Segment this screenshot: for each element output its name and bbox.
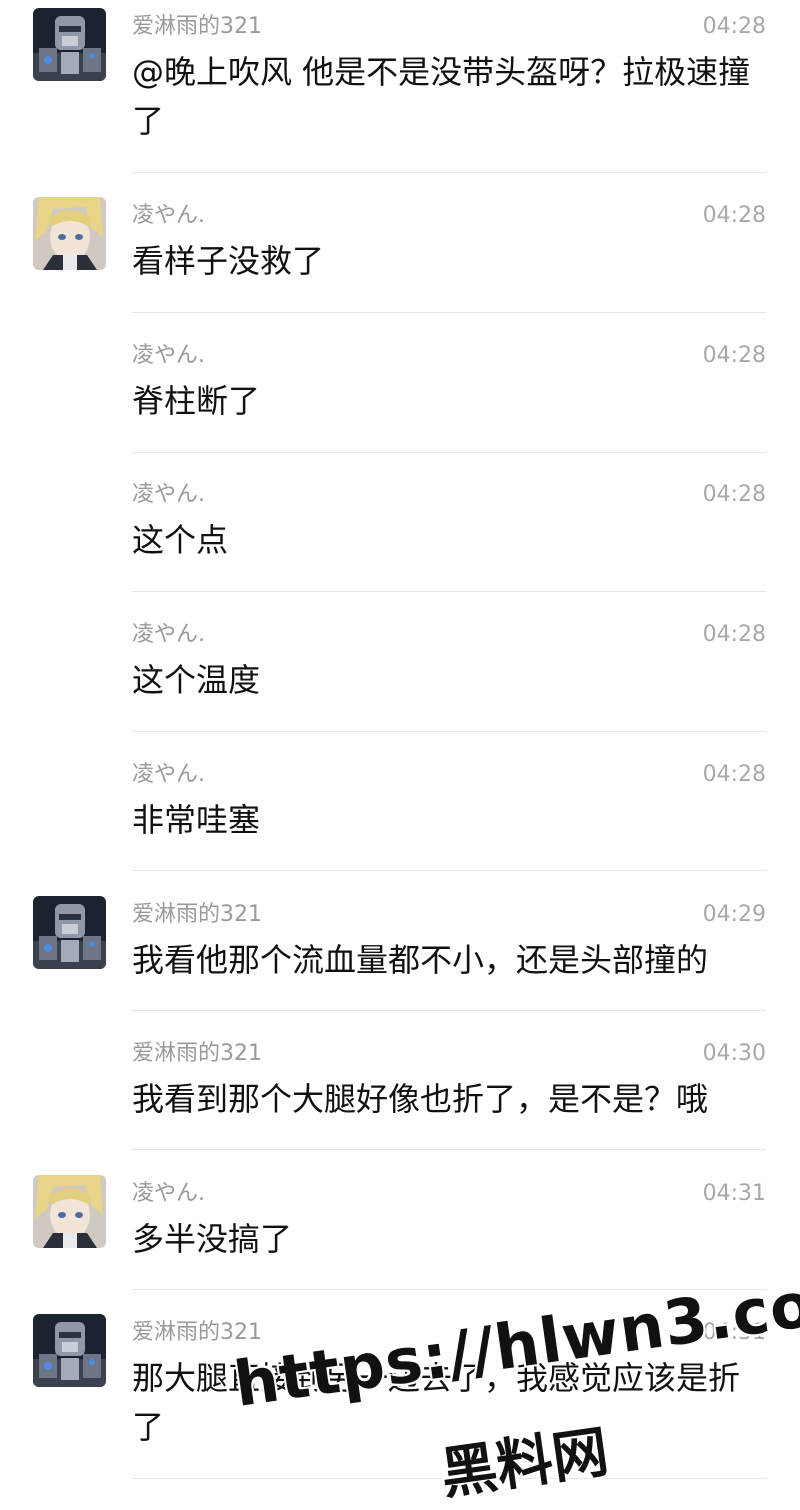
chat-message: 爱淋雨的321 04:28 @晚上吹风 他是不是没带头盔呀？拉极速撞了: [0, 8, 800, 172]
sender-name[interactable]: 凌やん.: [132, 1179, 205, 1209]
watermark-brand: 黑料网: [436, 1419, 613, 1508]
sender-name[interactable]: 凌やん.: [132, 480, 205, 510]
chat-message: 凌やん. 04:28 非常哇塞: [0, 756, 800, 871]
chat-message: 凌やん. 04:28 这个温度: [0, 616, 800, 731]
message-text: 脊柱断了: [132, 382, 261, 420]
chat-history: 爱淋雨的321 04:28 @晚上吹风 他是不是没带头盔呀？拉极速撞了 凌やん. 04…: [0, 0, 800, 1501]
message-time: 04:30: [702, 1041, 766, 1066]
message-divider: [132, 452, 766, 453]
robot-avatar[interactable]: [33, 8, 106, 81]
sender-name[interactable]: 凌やん.: [132, 620, 205, 650]
chat-message: 凌やん. 04:28 看样子没救了: [0, 197, 800, 312]
message-time: 04:28: [702, 343, 766, 368]
message-divider: [132, 1010, 766, 1011]
sender-name[interactable]: 爱淋雨的321: [132, 1039, 262, 1069]
message-text: @晚上吹风 他是不是没带头盔呀？拉极速撞了: [132, 53, 751, 140]
message-text: 看样子没救了: [132, 242, 325, 280]
message-divider: [132, 731, 766, 732]
message-text: 多半没搞了: [132, 1220, 293, 1258]
message-text: 非常哇塞: [132, 801, 261, 839]
message-divider: [132, 591, 766, 592]
message-text: 我看他那个流血量都不小，还是头部撞的: [132, 941, 709, 979]
robot-avatar[interactable]: [33, 896, 106, 969]
message-time: 04:28: [702, 762, 766, 787]
anime-avatar[interactable]: [33, 197, 106, 270]
message-divider: [132, 312, 766, 313]
message-divider: [132, 1149, 766, 1150]
sender-name[interactable]: 凌やん.: [132, 760, 205, 790]
message-time: 04:28: [702, 203, 766, 228]
watermark: https://hlwn3.com 黑料网: [230, 1258, 800, 1507]
message-divider: [132, 870, 766, 871]
sender-name[interactable]: 爱淋雨的321: [132, 900, 262, 930]
message-time: 04:31: [702, 1181, 766, 1206]
robot-avatar[interactable]: [33, 1314, 106, 1387]
chat-message: 凌やん. 04:28 脊柱断了: [0, 337, 800, 452]
message-divider: [132, 172, 766, 173]
sender-name[interactable]: 凌やん.: [132, 201, 205, 231]
chat-message: 凌やん. 04:28 这个点: [0, 476, 800, 591]
anime-avatar[interactable]: [33, 1175, 106, 1248]
chat-message: 爱淋雨的321 04:29 我看他那个流血量都不小，还是头部撞的: [0, 896, 800, 1011]
message-text: 我看到那个大腿好像也折了，是不是？哦: [132, 1080, 709, 1118]
sender-name[interactable]: 凌やん.: [132, 341, 205, 371]
message-text: 这个温度: [132, 661, 261, 699]
message-time: 04:28: [702, 622, 766, 647]
chat-message: 凌やん. 04:31 多半没搞了: [0, 1175, 800, 1290]
message-text: 这个点: [132, 521, 229, 559]
message-time: 04:29: [702, 902, 766, 927]
chat-message: 爱淋雨的321 04:30 我看到那个大腿好像也折了，是不是？哦: [0, 1035, 800, 1150]
message-time: 04:28: [702, 14, 766, 39]
sender-name[interactable]: 爱淋雨的321: [132, 12, 262, 42]
message-time: 04:28: [702, 482, 766, 507]
